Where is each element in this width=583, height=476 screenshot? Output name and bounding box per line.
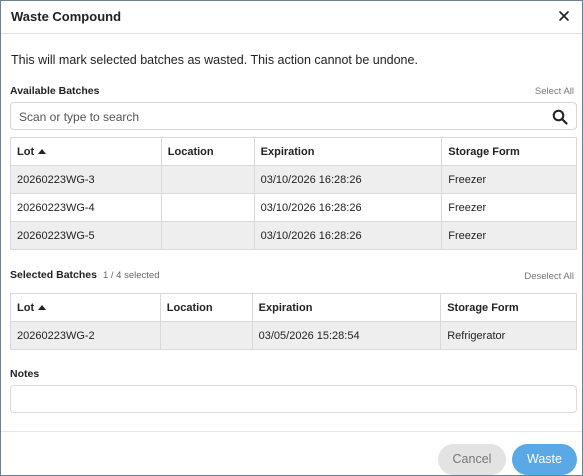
column-header-lot[interactable]: Lot bbox=[10, 293, 161, 322]
cell-expiration: 03/10/2026 16:28:26 bbox=[253, 193, 443, 222]
cell-lot: 20260223WG-5 bbox=[10, 221, 162, 250]
table-header-row: Lot Location Expiration Storage Form bbox=[10, 137, 577, 166]
batch-search-field bbox=[10, 102, 577, 130]
selected-count: 1 / 4 selected bbox=[102, 270, 160, 281]
cell-storage-form: Refrigerator bbox=[440, 321, 577, 350]
waste-button[interactable]: Waste bbox=[512, 444, 577, 475]
deselect-all-link[interactable]: Deselect All bbox=[524, 271, 574, 282]
cancel-button[interactable]: Cancel bbox=[438, 444, 506, 475]
cell-lot: 20260223WG-4 bbox=[10, 193, 162, 222]
warning-message: This will mark selected batches as waste… bbox=[11, 53, 418, 67]
cell-storage-form: Freezer bbox=[441, 221, 577, 250]
column-header-lot[interactable]: Lot bbox=[10, 137, 162, 166]
notes-label: Notes bbox=[10, 368, 40, 380]
notes-field[interactable] bbox=[10, 385, 577, 413]
sort-ascending-icon bbox=[38, 304, 47, 310]
cell-expiration: 03/10/2026 16:28:26 bbox=[253, 165, 443, 194]
waste-compound-dialog: Waste Compound This will mark selected b… bbox=[0, 0, 583, 476]
search-icon[interactable] bbox=[552, 109, 568, 125]
available-batches-label: Available Batches bbox=[10, 85, 100, 97]
cell-storage-form: Freezer bbox=[441, 193, 577, 222]
table-header-row: Lot Location Expiration Storage Form bbox=[10, 293, 577, 322]
cell-expiration: 03/05/2026 15:28:54 bbox=[251, 321, 442, 350]
close-icon[interactable] bbox=[556, 8, 572, 24]
cell-location bbox=[160, 165, 255, 194]
column-header-storage-form[interactable]: Storage Form bbox=[440, 293, 577, 322]
footer-divider bbox=[1, 431, 582, 432]
cell-location bbox=[160, 193, 255, 222]
cell-expiration: 03/10/2026 16:28:26 bbox=[253, 221, 443, 250]
table-row[interactable]: 20260223WG-5 03/10/2026 16:28:26 Freezer bbox=[10, 221, 577, 250]
select-all-link[interactable]: Select All bbox=[535, 86, 574, 97]
available-batches-table: Lot Location Expiration Storage Form 202… bbox=[10, 137, 577, 250]
column-header-location[interactable]: Location bbox=[159, 293, 253, 322]
selected-batches-title: Selected Batches bbox=[10, 269, 97, 281]
column-header-expiration[interactable]: Expiration bbox=[253, 137, 443, 166]
cell-location bbox=[159, 321, 253, 350]
table-row[interactable]: 20260223WG-2 03/05/2026 15:28:54 Refrige… bbox=[10, 321, 577, 350]
sort-ascending-icon bbox=[38, 148, 47, 154]
cell-lot: 20260223WG-3 bbox=[10, 165, 162, 194]
dialog-title: Waste Compound bbox=[11, 9, 122, 24]
cell-storage-form: Freezer bbox=[441, 165, 577, 194]
column-header-storage-form[interactable]: Storage Form bbox=[441, 137, 577, 166]
table-row[interactable]: 20260223WG-4 03/10/2026 16:28:26 Freezer bbox=[10, 193, 577, 222]
column-header-expiration[interactable]: Expiration bbox=[251, 293, 442, 322]
selected-batches-label: Selected Batches 1 / 4 selected bbox=[10, 269, 159, 281]
batch-search-input[interactable] bbox=[19, 107, 539, 127]
column-header-location[interactable]: Location bbox=[160, 137, 255, 166]
dialog-header: Waste Compound bbox=[1, 1, 582, 34]
cell-location bbox=[160, 221, 255, 250]
table-row[interactable]: 20260223WG-3 03/10/2026 16:28:26 Freezer bbox=[10, 165, 577, 194]
selected-batches-table: Lot Location Expiration Storage Form 202… bbox=[10, 293, 577, 350]
cell-lot: 20260223WG-2 bbox=[10, 321, 161, 350]
